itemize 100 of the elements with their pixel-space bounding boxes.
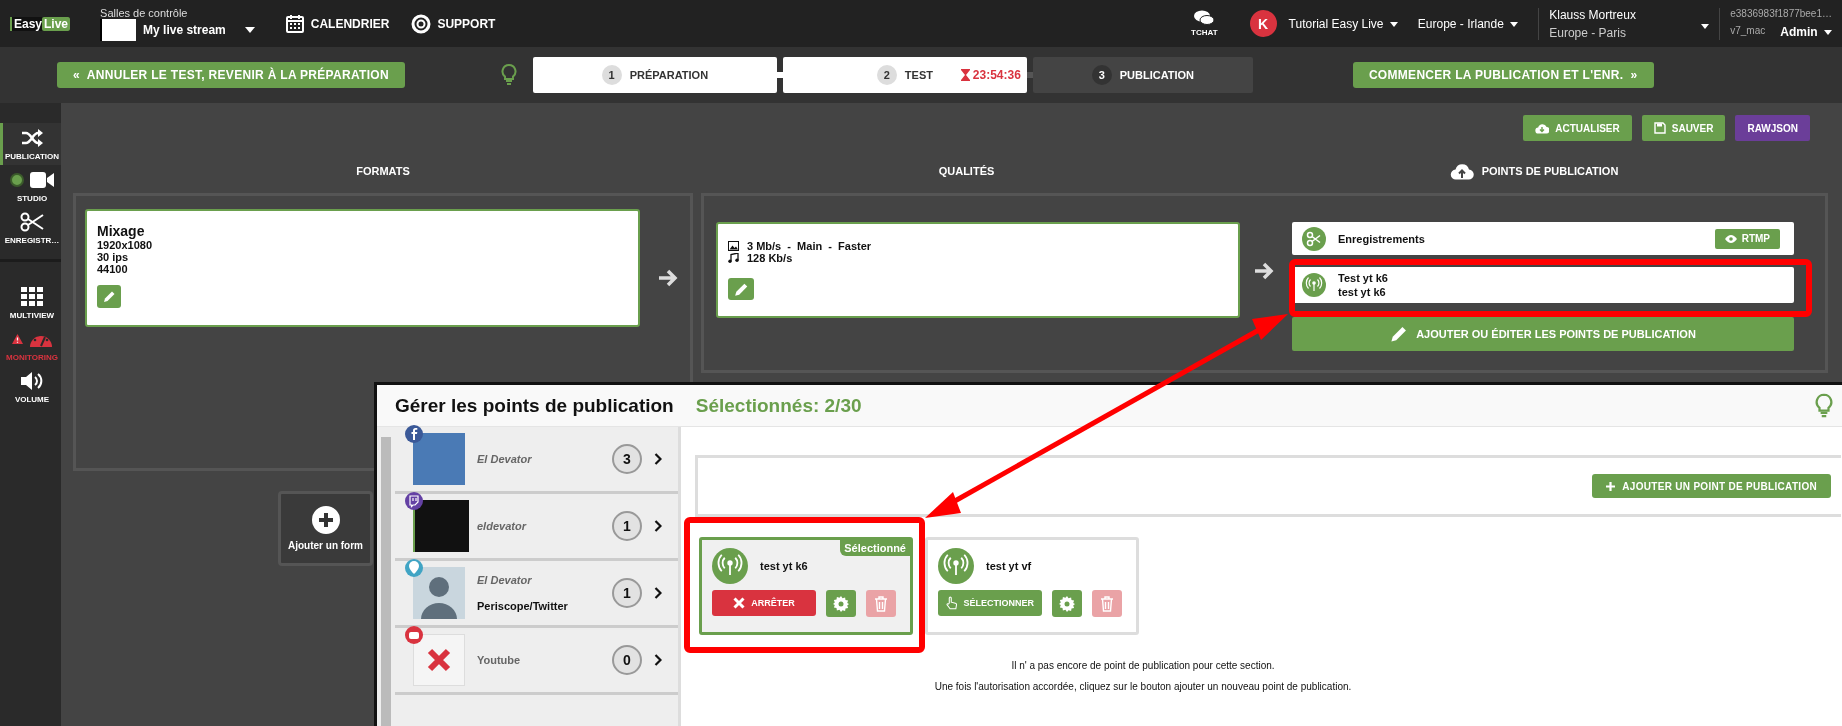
avatar-silhouette [413, 567, 465, 619]
organization-dropdown[interactable]: Tutorial Easy Live [1288, 16, 1398, 31]
countdown-timer: 23:54:36 [960, 68, 1021, 82]
step-tab[interactable]: 3 PUBLICATION [1032, 57, 1253, 93]
step-number: 2 [876, 65, 897, 85]
chevron-right-icon [654, 587, 662, 599]
column-heading: POINTS DE PUBLICATION [1240, 161, 1828, 181]
lifebuoy-icon [411, 13, 432, 34]
cross-icon [413, 634, 465, 686]
format-detail: 30 ips [97, 251, 129, 263]
account-network: Periscope/Twitter [477, 600, 569, 612]
nav-link[interactable]: SUPPORT [411, 13, 496, 34]
dialog-title: Gérer les points de publication [395, 394, 674, 417]
point-count: 1 [612, 511, 642, 541]
empty-message: Il n' a pas encore de point de publication pour cette section. [1010, 659, 1276, 673]
account-name: eldevator [477, 520, 528, 532]
format-detail: 44100 [97, 263, 128, 275]
chevron-right-icon [654, 654, 662, 666]
format-detail: 1920x1080 [97, 239, 153, 251]
user-menu[interactable]: Klauss Mortreux Europe - Paris [1538, 7, 1721, 40]
account-row[interactable]: Youtube 0 [395, 628, 678, 695]
antenna-icon [1302, 273, 1326, 297]
edit-button[interactable] [97, 285, 121, 308]
column-heading: FORMATS [355, 164, 411, 179]
grid-icon [21, 287, 43, 307]
sidebar-item[interactable]: PUBLICATION [0, 123, 61, 165]
region-dropdown[interactable]: Europe - Irlande [1417, 16, 1519, 31]
delete-button[interactable] [1092, 590, 1122, 617]
sidebar-item[interactable]: ENREGISTR… [0, 207, 61, 249]
chat-bubbles-icon [1194, 10, 1215, 26]
step-label: TEST [904, 69, 933, 81]
settings-button[interactable] [1052, 590, 1082, 617]
settings-icon [1059, 595, 1075, 612]
lightbulb-icon [500, 64, 517, 86]
publish-point-row[interactable]: Enregistrements RTMP [1292, 222, 1794, 255]
publish-point-card[interactable]: Sélectionné test yt k6 ARRÊTER [699, 537, 913, 635]
column-heading: QUALITÉS [937, 164, 996, 179]
trash-icon [1100, 595, 1114, 612]
format-name: Mixage [97, 223, 145, 239]
account-name: El Devator [477, 453, 533, 465]
audio-quality: 128 Kb/s [728, 252, 793, 264]
step-number: 3 [1091, 65, 1112, 85]
publish-point-name: test yt vf [986, 560, 1032, 572]
role-dropdown[interactable]: Admin [1780, 25, 1832, 39]
photo-placeholder [413, 433, 465, 485]
sidebar-item[interactable]: MULTIVIEW [0, 282, 61, 324]
shuffle-icon [21, 128, 43, 148]
account-name: Youtube [477, 654, 522, 666]
step-connector [1026, 72, 1033, 78]
cloud-download-icon [1535, 122, 1550, 134]
account-name: El Devator [477, 574, 533, 586]
music-note-icon [728, 253, 739, 263]
host-name: v7_mac [1730, 25, 1766, 38]
hourglass-icon [960, 69, 970, 81]
chat-button[interactable]: TCHAT [1191, 10, 1218, 37]
sidebar-item[interactable]: STUDIO [0, 165, 61, 207]
step-tab[interactable]: 1 PRÉPARATION [532, 57, 777, 93]
stop-button[interactable]: ARRÊTER [712, 590, 816, 616]
control-room-selector[interactable]: My live stream [100, 18, 255, 41]
step-label: PRÉPARATION [629, 69, 709, 81]
step-tab[interactable]: 2 TEST 23:54:36 [782, 57, 1027, 93]
account-row[interactable]: eldevator 1 [395, 494, 678, 561]
publish-point-title: Enregistrements [1338, 231, 1426, 246]
user-avatar[interactable]: K [1249, 10, 1277, 37]
app-logo[interactable]: Easy Live [10, 16, 71, 31]
empty-message: Une fois l'autorisation accordée, cliquez sur le bouton ajouter un nouveau point de publication. [933, 680, 1353, 694]
account-row[interactable]: El Devator Periscope/Twitter 1 [395, 561, 678, 628]
pencil-icon [733, 281, 749, 297]
scissors-icon [20, 212, 44, 232]
plus-icon [1606, 481, 1616, 491]
delete-button[interactable] [866, 590, 896, 617]
speaker-icon [21, 371, 43, 391]
caret-icon [244, 26, 255, 33]
toolbar-button[interactable]: RAWJSON [1735, 115, 1810, 141]
close-icon [733, 597, 746, 609]
publish-point-name: test yt k6 [760, 560, 808, 572]
scissors-icon [1302, 226, 1326, 251]
selected-badge: Sélectionné [840, 540, 910, 556]
nav-link[interactable]: CALENDRIER [284, 13, 390, 34]
pointing-hand-icon [946, 595, 958, 611]
logo-placeholder [413, 500, 469, 552]
add-format-tile[interactable]: Ajouter un form [278, 491, 373, 566]
sidebar-item[interactable]: VOLUME [0, 366, 61, 408]
cloud-upload-icon [1449, 162, 1474, 180]
step-number: 1 [601, 65, 622, 85]
account-row[interactable]: El Devator 3 [395, 427, 678, 494]
publish-point-subtitle: test yt k6 [1338, 285, 1387, 299]
selected-count: Sélectionnés: 2/30 [695, 394, 862, 417]
chevron-right-icon [654, 520, 662, 532]
pencil-icon [1390, 325, 1409, 343]
stream-thumbnail [100, 18, 137, 41]
video-quality: 3 Mb/s - Main - Faster [728, 240, 872, 252]
settings-button[interactable] [826, 590, 856, 617]
point-count: 0 [612, 645, 642, 675]
publish-point-row[interactable]: Test yt k6 test yt k6 [1292, 267, 1794, 303]
publish-point-card[interactable]: test yt vf SÉLECTIONNER [925, 537, 1139, 635]
session-id: e3836983f1877bee1… [1730, 8, 1832, 19]
edit-button[interactable] [728, 278, 754, 300]
point-count: 3 [612, 444, 642, 474]
scrollbar[interactable] [381, 437, 391, 726]
